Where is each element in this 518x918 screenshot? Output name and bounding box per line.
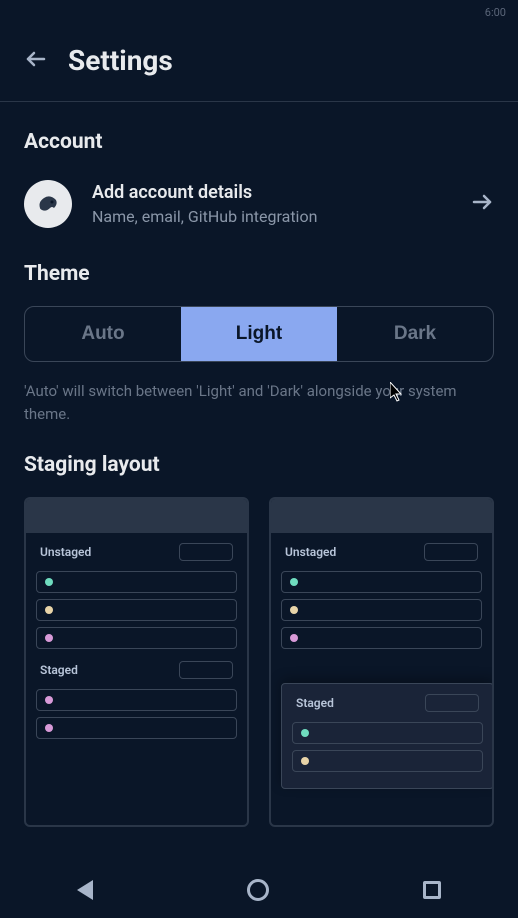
dot-icon [45, 696, 53, 704]
mini-section-unstaged: Unstaged [36, 543, 237, 649]
layout-preview-content: Unstaged Staged [271, 533, 492, 813]
dot-icon [290, 578, 298, 586]
mini-row [292, 750, 483, 772]
mini-row [292, 722, 483, 744]
dot-icon [45, 606, 53, 614]
status-right: 6:00 [485, 6, 506, 19]
mini-chip [179, 661, 233, 679]
theme-option-dark[interactable]: Dark [337, 307, 493, 361]
nav-recent-icon[interactable] [423, 881, 441, 899]
layout-preview-topbar [26, 499, 247, 533]
mini-label: Unstaged [40, 545, 91, 559]
dolphin-icon [32, 188, 64, 220]
mini-overlay-staged: Staged [281, 683, 494, 789]
dot-icon [290, 606, 298, 614]
mini-row [36, 627, 237, 649]
dot-icon [301, 757, 309, 765]
page-title: Settings [68, 44, 173, 77]
layout-preview-content: Unstaged Staged [26, 533, 247, 761]
mini-row [36, 717, 237, 739]
mini-row [281, 599, 482, 621]
account-item-subtitle: Name, email, GitHub integration [92, 207, 450, 226]
mini-chip [179, 543, 233, 561]
chevron-right-icon [470, 190, 494, 218]
mini-section-staged: Staged [36, 661, 237, 739]
mini-label: Staged [296, 696, 334, 710]
mini-chip [425, 694, 479, 712]
content-scroll: Account Add account details Name, email,… [0, 130, 518, 827]
mini-row [36, 571, 237, 593]
theme-help-text: 'Auto' will switch between 'Light' and '… [24, 380, 494, 425]
nav-back-icon[interactable] [77, 880, 93, 900]
section-title-theme: Theme [24, 262, 494, 286]
nav-home-icon[interactable] [247, 879, 269, 901]
avatar [24, 180, 72, 228]
account-details-row[interactable]: Add account details Name, email, GitHub … [24, 174, 494, 234]
dot-icon [45, 724, 53, 732]
status-bar: 6:00 [0, 0, 518, 24]
mini-chip [424, 543, 478, 561]
header-divider [0, 101, 518, 102]
staging-layout-grid: Unstaged Staged [24, 497, 494, 827]
status-time: 6:00 [485, 6, 506, 19]
mini-row [36, 599, 237, 621]
account-item-title: Add account details [92, 182, 450, 203]
staging-layout-option-stack[interactable]: Unstaged Staged [24, 497, 249, 827]
mini-section-unstaged: Unstaged [281, 543, 482, 649]
android-nav-bar [0, 862, 518, 918]
layout-preview-topbar [271, 499, 492, 533]
dot-icon [301, 729, 309, 737]
dot-icon [45, 578, 53, 586]
theme-option-auto[interactable]: Auto [25, 307, 181, 361]
mini-row [36, 689, 237, 711]
theme-segmented-control: Auto Light Dark [24, 306, 494, 362]
app-header: Settings [0, 24, 518, 101]
staging-layout-option-overlay[interactable]: Unstaged Staged [269, 497, 494, 827]
mini-label: Unstaged [285, 545, 336, 559]
section-title-staging-layout: Staging layout [24, 453, 494, 477]
dot-icon [290, 634, 298, 642]
account-info: Add account details Name, email, GitHub … [92, 182, 450, 226]
mini-label: Staged [40, 663, 78, 677]
dot-icon [45, 634, 53, 642]
back-arrow-icon[interactable] [24, 47, 48, 75]
theme-option-light[interactable]: Light [181, 307, 337, 361]
mini-row [281, 571, 482, 593]
mini-row [281, 627, 482, 649]
section-title-account: Account [24, 130, 494, 154]
